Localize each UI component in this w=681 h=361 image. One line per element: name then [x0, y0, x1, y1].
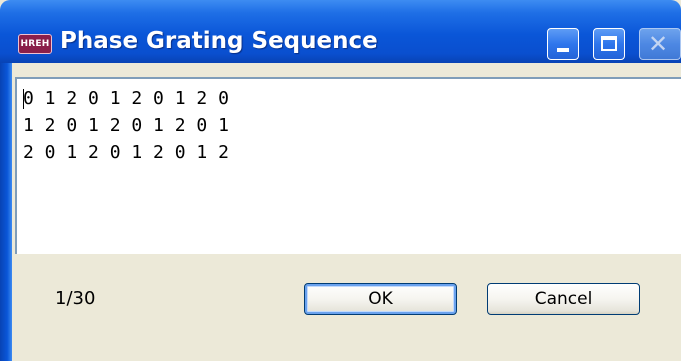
dialog-window: HREH Phase Grating Sequence ✕ 0 1 2 0 1 …: [0, 0, 681, 361]
sequence-textarea[interactable]: 0 1 2 0 1 2 0 1 2 0 1 2 0 1 2 0 1 2 0 1 …: [15, 77, 681, 254]
ok-button[interactable]: OK: [304, 283, 457, 315]
close-button[interactable]: ✕: [639, 28, 681, 60]
maximize-button[interactable]: [593, 28, 625, 60]
title-bar[interactable]: HREH Phase Grating Sequence ✕: [0, 0, 681, 63]
sequence-line-text: 0 1 2 0 1 2 0 1 2 0: [23, 88, 229, 109]
app-icon: HREH: [18, 34, 52, 54]
maximize-icon: [601, 36, 617, 51]
page-counter: 1/30: [55, 288, 96, 309]
close-icon: ✕: [648, 30, 669, 58]
window-title: Phase Grating Sequence: [60, 28, 378, 54]
sequence-line: 0 1 2 0 1 2 0 1 2 0: [23, 85, 681, 112]
sequence-line-text: 2 0 1 2 0 1 2 0 1 2: [23, 142, 229, 163]
cancel-button[interactable]: Cancel: [487, 283, 640, 315]
minimize-icon: [557, 48, 569, 52]
minimize-button[interactable]: [547, 28, 579, 60]
sequence-line: 2 0 1 2 0 1 2 0 1 2: [23, 139, 681, 166]
sequence-line-text: 1 2 0 1 2 0 1 2 0 1: [23, 115, 229, 136]
sequence-line: 1 2 0 1 2 0 1 2 0 1: [23, 112, 681, 139]
window-frame-left: [0, 63, 12, 361]
